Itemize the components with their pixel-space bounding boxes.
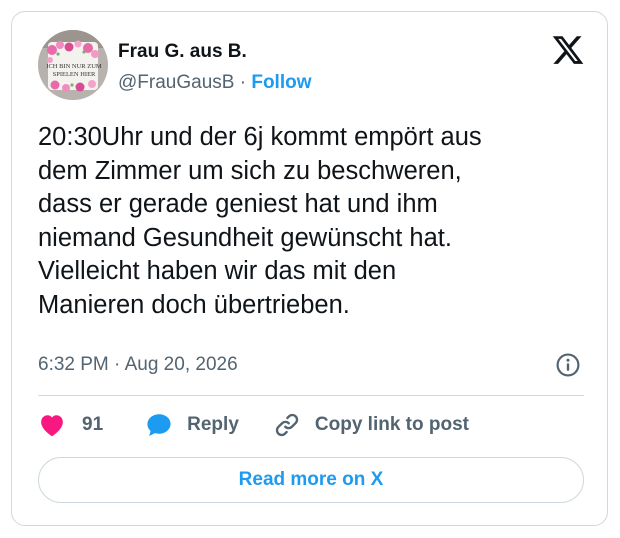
tweet-text: 20:30Uhr und der 6j kommt empört aus dem… <box>38 123 482 319</box>
x-logo-icon[interactable] <box>551 33 585 67</box>
copy-link-label: Copy link to post <box>314 414 469 435</box>
divider <box>38 395 584 396</box>
action-bar: 91 Reply Copy link to post <box>38 410 469 440</box>
handle-separator: · <box>239 72 247 93</box>
mug-text-line-1: ICH BIN NUR ZUM <box>46 63 102 70</box>
reply-label: Reply <box>187 414 239 435</box>
avatar[interactable]: ICH BIN NUR ZUM SPIELEN HIER <box>38 30 108 100</box>
heart-icon <box>38 411 66 439</box>
author-handle-row: @FrauGausB · Follow <box>118 72 312 94</box>
like-count: 91 <box>82 414 104 435</box>
follow-button[interactable]: Follow <box>251 72 311 93</box>
tweet-timestamp[interactable]: 6:32 PM · Aug 20, 2026 <box>38 354 238 376</box>
reply-button[interactable]: Reply <box>145 411 239 439</box>
info-icon[interactable] <box>555 352 581 378</box>
author-handle[interactable]: @FrauGausB <box>118 72 234 93</box>
tweet-card: ICH BIN NUR ZUM SPIELEN HIER Frau G. aus… <box>11 11 608 526</box>
link-icon <box>273 411 301 439</box>
avatar-image: ICH BIN NUR ZUM SPIELEN HIER <box>38 30 108 100</box>
speech-bubble-icon <box>145 411 173 439</box>
read-more-button[interactable]: Read more on X <box>38 457 584 503</box>
copy-link-button[interactable]: Copy link to post <box>273 411 469 439</box>
like-button[interactable]: 91 <box>38 411 103 439</box>
mug-text-line-2: SPIELEN HIER <box>53 71 96 78</box>
author-name[interactable]: Frau G. aus B. <box>118 41 247 63</box>
